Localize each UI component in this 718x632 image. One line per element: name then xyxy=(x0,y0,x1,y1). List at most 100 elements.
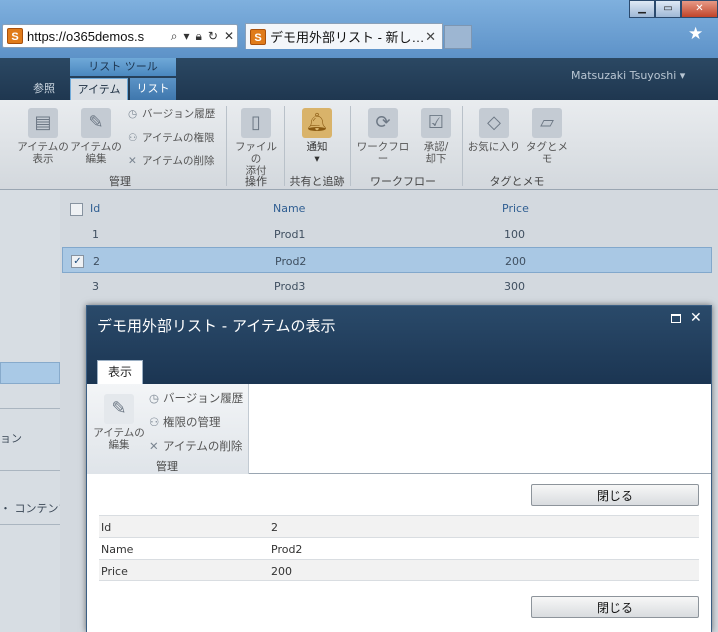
field-value: 200 xyxy=(271,565,292,578)
ribbon-separator xyxy=(226,106,227,186)
col-header-id[interactable]: Id xyxy=(90,202,100,215)
permissions-icon: ⚇ xyxy=(128,132,138,144)
delete-item-button[interactable]: ✕ アイテムの削除 xyxy=(128,153,214,168)
close-button-top[interactable]: 閉じる xyxy=(531,484,699,506)
left-nav-item[interactable]: ョン xyxy=(0,430,60,446)
group-label-actions: 操作 xyxy=(245,175,267,188)
cell-name: Prod2 xyxy=(275,255,307,268)
refresh-icon[interactable]: ↻ xyxy=(208,29,218,43)
field-row-id: Id 2 xyxy=(99,515,699,537)
view-item-dialog: デモ用外部リスト - アイテムの表示 ✕ 表示 ✎ アイテムの 編集 ◷ バージョ… xyxy=(86,305,712,632)
dialog-delete-item-button[interactable]: ✕ アイテムの削除 xyxy=(149,438,242,454)
cell-id: 2 xyxy=(93,255,100,268)
field-value: Prod2 xyxy=(271,543,303,556)
ribbon: ▤ アイテムの 表示 ✎ アイテムの 編集 ◷ バージョン履歴 ⚇ アイテムの権限 … xyxy=(0,100,718,190)
version-history-icon: ◷ xyxy=(128,108,138,120)
workflow-icon: ⟳ xyxy=(368,108,398,138)
dialog-group-label-manage: 管理 xyxy=(156,460,178,473)
left-nav-divider xyxy=(0,470,60,471)
dialog-tab-view[interactable]: 表示 xyxy=(97,360,143,384)
close-button-bottom[interactable]: 閉じる xyxy=(531,596,699,618)
approve-icon: ☑ xyxy=(421,108,451,138)
cell-name: Prod3 xyxy=(274,280,306,293)
field-label: Price xyxy=(101,565,128,578)
tab-browse[interactable]: 参照 xyxy=(24,78,64,100)
approve-reject-button[interactable]: ☑ 承認/ 却下 xyxy=(414,108,458,165)
table-row-selected[interactable]: ✓ 2 Prod2 200 xyxy=(62,247,712,273)
dialog-maximize-icon[interactable] xyxy=(671,314,681,323)
field-row-price: Price 200 xyxy=(99,559,699,581)
dialog-close-icon[interactable]: ✕ xyxy=(690,310,702,326)
edit-item-button[interactable]: ✎ アイテムの 編集 xyxy=(68,108,124,165)
group-label-manage: 管理 xyxy=(109,175,131,188)
table-row[interactable]: 3 Prod3 300 xyxy=(62,273,712,299)
left-nav-selected[interactable] xyxy=(0,362,60,384)
dropdown-icon[interactable]: ▾ xyxy=(183,29,189,43)
field-label: Name xyxy=(101,543,134,556)
field-value: 2 xyxy=(271,521,278,534)
row-checkbox-checked[interactable]: ✓ xyxy=(71,255,84,268)
search-icon[interactable]: ⌕ xyxy=(171,29,178,44)
workflow-button[interactable]: ⟳ ワークフロー xyxy=(354,108,412,165)
tab-items[interactable]: アイテム xyxy=(70,78,128,100)
left-nav-item-contents[interactable]: ・ コンテンツ xyxy=(0,500,60,516)
browser-tab[interactable]: S デモ用外部リスト - 新し… ✕ xyxy=(245,23,443,49)
attach-file-button[interactable]: ▯ ファイルの 添付 xyxy=(230,108,282,177)
cell-price: 200 xyxy=(505,255,526,268)
sharepoint-favicon-icon: S xyxy=(7,28,23,44)
view-item-button[interactable]: ▤ アイテムの 表示 xyxy=(14,108,72,165)
list-header: Id Name Price xyxy=(62,195,712,221)
col-header-name[interactable]: Name xyxy=(273,202,305,215)
group-label-tags: タグとメモ xyxy=(489,175,545,188)
dialog-edit-item-button[interactable]: ✎ アイテムの 編集 xyxy=(91,394,147,451)
tag-icon: ◇ xyxy=(479,108,509,138)
group-label-share: 共有と追跡 xyxy=(289,175,345,188)
cell-id: 3 xyxy=(92,280,99,293)
favorites-star-icon[interactable]: ★ xyxy=(688,24,703,44)
tab-close-icon[interactable]: ✕ xyxy=(425,29,436,45)
col-header-price[interactable]: Price xyxy=(502,202,529,215)
lock-icon: 🔒︎ xyxy=(195,28,202,43)
item-permissions-button[interactable]: ⚇ アイテムの権限 xyxy=(128,130,214,145)
field-row-name: Name Prod2 xyxy=(99,537,699,559)
left-navigation xyxy=(0,190,60,632)
ribbon-separator xyxy=(284,106,285,186)
version-history-icon: ◷ xyxy=(149,391,160,405)
dialog-manage-permissions-button[interactable]: ⚇ 権限の管理 xyxy=(149,414,221,430)
address-text[interactable]: https://o365demos.s xyxy=(27,29,168,44)
cell-price: 100 xyxy=(504,228,525,241)
dialog-body: 閉じる Id 2 Name Prod2 Price 200 閉じる xyxy=(87,474,711,632)
tab-title: デモ用外部リスト - 新し… xyxy=(270,30,425,45)
group-label-workflow: ワークフロー xyxy=(370,175,436,188)
select-all-checkbox[interactable] xyxy=(70,203,83,216)
new-tab-button[interactable] xyxy=(444,25,472,49)
ribbon-separator xyxy=(350,106,351,186)
like-button[interactable]: ◇ お気に入り xyxy=(466,108,522,153)
edit-item-icon: ✎ xyxy=(81,108,111,138)
user-menu[interactable]: Matsuzaki Tsuyoshi ▾ xyxy=(571,69,685,82)
close-window-icon[interactable]: ✕ xyxy=(681,0,718,18)
version-history-button[interactable]: ◷ バージョン履歴 xyxy=(128,106,215,121)
stop-icon[interactable]: ✕ xyxy=(224,29,234,43)
cell-id: 1 xyxy=(92,228,99,241)
table-row[interactable]: 1 Prod1 100 xyxy=(62,221,712,247)
dialog-version-history-button[interactable]: ◷ バージョン履歴 xyxy=(149,390,243,406)
left-nav-divider xyxy=(0,524,60,525)
attach-file-icon: ▯ xyxy=(241,108,271,138)
cell-price: 300 xyxy=(504,280,525,293)
note-icon: ▱ xyxy=(532,108,562,138)
cell-name: Prod1 xyxy=(274,228,306,241)
ribbon-separator xyxy=(462,106,463,186)
tab-favicon-icon: S xyxy=(250,28,266,45)
dialog-ribbon-group-manage: ✎ アイテムの 編集 ◷ バージョン履歴 ⚇ 権限の管理 ✕ アイテムの削除 管理 xyxy=(87,384,249,474)
maximize-icon[interactable]: ▭ xyxy=(655,0,681,18)
alert-me-button[interactable]: 🔔︎ 通知 ▾ xyxy=(292,108,342,165)
dialog-ribbon: ✎ アイテムの 編集 ◷ バージョン履歴 ⚇ 権限の管理 ✕ アイテムの削除 管理 xyxy=(87,384,711,474)
tags-notes-button[interactable]: ▱ タグとメモ xyxy=(522,108,572,165)
field-label: Id xyxy=(101,521,112,534)
address-bar[interactable]: S https://o365demos.s ⌕ ▾ 🔒︎ ↻ ✕ xyxy=(2,24,238,48)
minimize-icon[interactable]: ▁ xyxy=(629,0,655,18)
edit-item-icon: ✎ xyxy=(104,394,134,424)
tab-list[interactable]: リスト xyxy=(130,78,176,100)
window-controls: ▁ ▭ ✕ xyxy=(629,0,718,18)
